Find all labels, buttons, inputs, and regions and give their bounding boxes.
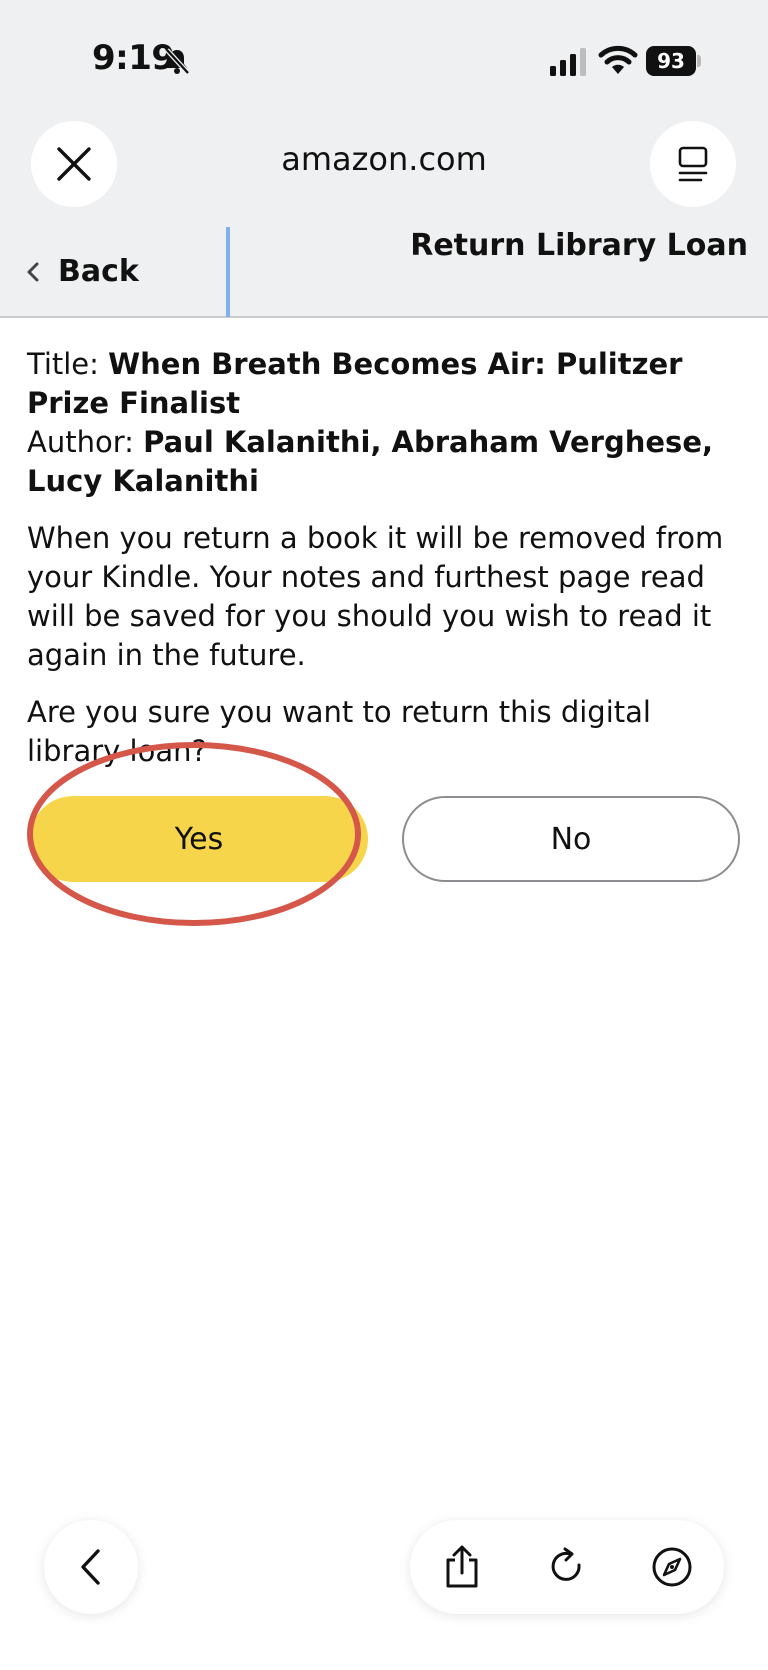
browser-toolbar (410, 1520, 724, 1614)
return-info-text: When you return a book it will be remove… (27, 521, 724, 672)
yes-button[interactable]: Yes (30, 796, 368, 882)
author-label: Author: (27, 425, 144, 459)
reader-mode-icon (678, 146, 708, 182)
book-title: When Breath Becomes Air: Pulitzer Prize … (27, 347, 683, 420)
reload-button[interactable] (542, 1542, 592, 1592)
back-button[interactable]: Back (24, 254, 139, 289)
page-title: Return Library Loan (410, 228, 748, 263)
reload-icon (551, 1547, 581, 1581)
book-author-line: Author: Paul Kalanithi, Abraham Verghese… (27, 423, 747, 501)
browser-header: 9:19 93 amazon.com Back Return Library L… (0, 0, 768, 318)
back-label: Back (58, 254, 139, 289)
yes-label: Yes (174, 821, 224, 857)
share-button[interactable] (437, 1542, 487, 1592)
no-button[interactable]: No (402, 796, 740, 882)
chevron-left-icon (27, 262, 39, 281)
screen: 9:19 93 amazon.com Back Return Library L… (0, 0, 768, 1670)
signal-icon (550, 48, 586, 76)
no-label: No (550, 821, 592, 857)
compass-icon (652, 1547, 692, 1587)
back-arrow-icon (81, 1549, 100, 1585)
title-label: Title: (27, 347, 109, 381)
battery-level: 93 (646, 46, 696, 76)
battery-tip (697, 55, 701, 67)
compass-button[interactable] (647, 1542, 697, 1592)
battery-icon: 93 (646, 46, 702, 76)
book-info: Title: When Breath Becomes Air: Pulitzer… (27, 345, 747, 501)
book-title-line: Title: When Breath Becomes Air: Pulitzer… (27, 345, 747, 423)
reader-mode-button[interactable] (650, 121, 736, 207)
wifi-icon (598, 45, 638, 74)
loan-details: Title: When Breath Becomes Air: Pulitzer… (27, 345, 747, 789)
confirm-question: Are you sure you want to return this dig… (27, 695, 651, 768)
header-divider (226, 227, 230, 317)
toolbar-back-button[interactable] (44, 1520, 138, 1614)
bell-slash-icon (165, 48, 190, 75)
share-icon (446, 1545, 478, 1588)
